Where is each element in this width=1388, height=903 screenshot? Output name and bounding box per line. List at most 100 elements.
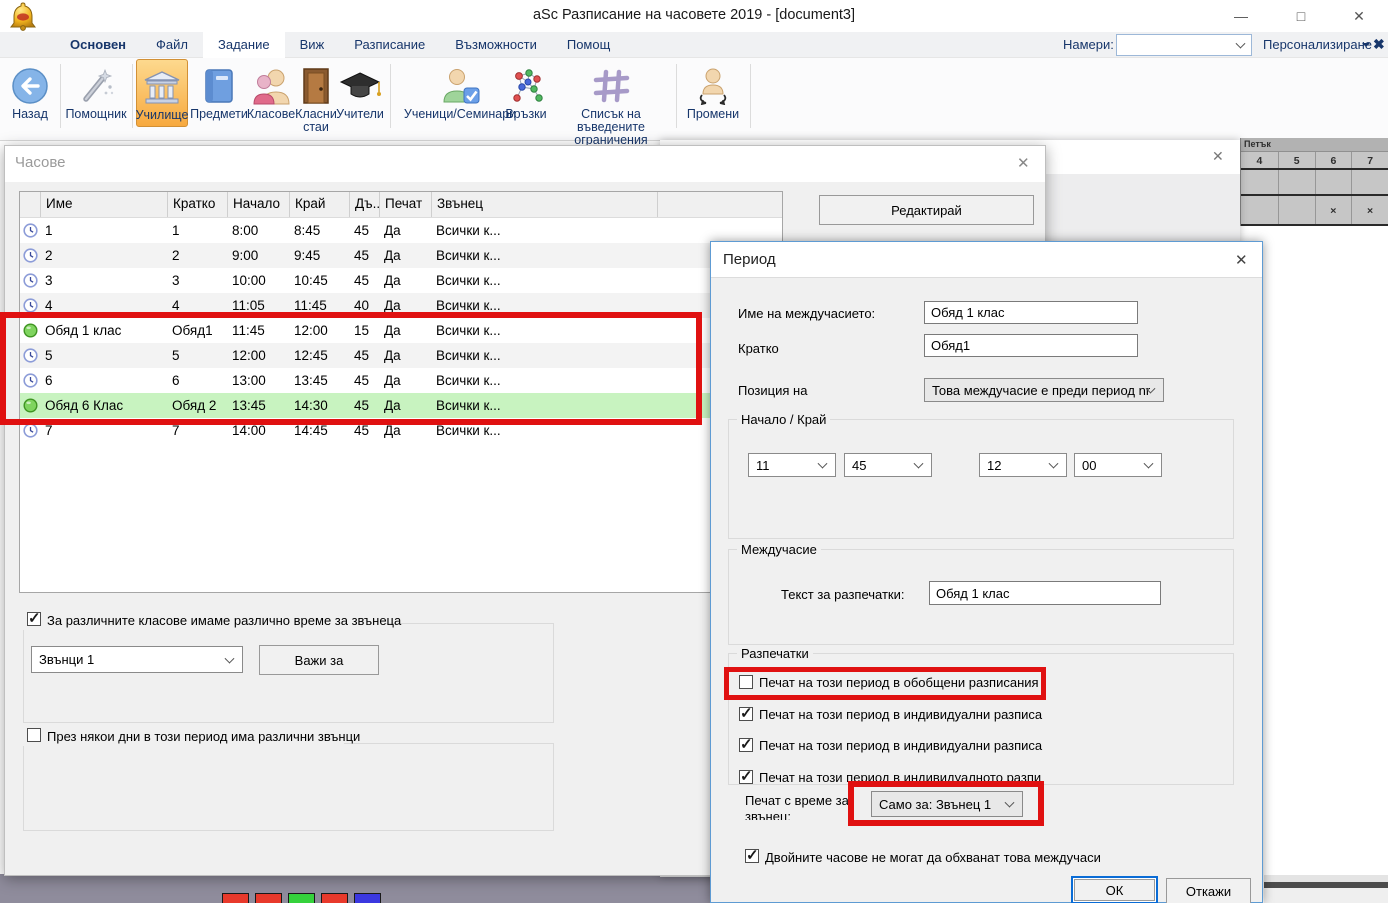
table-row[interactable]: 3310:0010:4545ДаВсички к... (20, 268, 782, 293)
grid-cell[interactable] (1351, 170, 1388, 194)
table-row[interactable]: 118:008:4545ДаВсички к... (20, 218, 782, 243)
tab-razpisanie[interactable]: Разписание (339, 32, 440, 58)
close-icon[interactable]: ✕ (1339, 4, 1379, 28)
header-name[interactable]: Име (40, 192, 167, 217)
end-minute-select[interactable]: 00 (1074, 453, 1162, 477)
back-button[interactable]: Назад (6, 61, 54, 121)
classrooms-button[interactable]: Класни стаи (294, 61, 338, 134)
close-icon[interactable] (1017, 154, 1030, 172)
cell-print: Да (379, 298, 431, 313)
header-bell[interactable]: Звънец (431, 192, 657, 217)
table-row[interactable]: 4411:0511:4540ДаВсички к... (20, 293, 782, 318)
close-icon[interactable] (1235, 251, 1248, 269)
table-row[interactable]: 229:009:4545ДаВсички к... (20, 243, 782, 268)
table-row[interactable]: Обяд 6 КласОбяд 213:4514:3045ДаВсички к.… (20, 393, 782, 418)
break-name-input[interactable] (924, 301, 1138, 324)
grid-header-cell[interactable]: 5 (1278, 152, 1315, 168)
tab-pomosht[interactable]: Помощ (552, 32, 625, 58)
minimize-icon[interactable]: — (1221, 4, 1261, 28)
tab-osnoven[interactable]: Основен (55, 32, 141, 58)
header-end[interactable]: Край (289, 192, 349, 217)
grid-cell[interactable]: × (1351, 196, 1388, 224)
grid-header-cell[interactable]: 7 (1351, 152, 1388, 168)
tab-vizh[interactable]: Виж (285, 32, 340, 58)
table-row[interactable]: Обяд 1 класОбяд111:4512:0015ДаВсички к..… (20, 318, 782, 343)
cell-short: Обяд1 (167, 323, 227, 338)
subjects-button[interactable]: Предмети (190, 61, 248, 121)
grid-cell[interactable] (1241, 196, 1278, 224)
edit-button[interactable]: Редактирай (819, 195, 1034, 225)
end-hour-select[interactable]: 12 (979, 453, 1067, 477)
header-short[interactable]: Кратко (167, 192, 227, 217)
break-icon (20, 398, 40, 413)
cell-bell: Всички к... (431, 273, 657, 288)
ok-button[interactable]: ОК (1074, 879, 1155, 901)
assistant-button[interactable]: Помощник (64, 61, 128, 121)
close-find-icon[interactable] (1373, 36, 1385, 53)
printouts-group-label: Разпечатки (737, 646, 813, 661)
changes-button[interactable]: Промени (682, 61, 744, 121)
school-button[interactable]: Училище (136, 59, 188, 127)
short-input[interactable] (924, 334, 1138, 357)
students-icon (251, 61, 291, 105)
cell-bell: Всички к... (431, 423, 657, 438)
table-row[interactable]: 6613:0013:4545ДаВсички к... (20, 368, 782, 393)
constraints-list-button[interactable]: Списък на въведените ограничения (552, 61, 670, 147)
cell-dur: 45 (349, 398, 379, 413)
printout-option-checkbox[interactable] (739, 675, 753, 689)
cell-print: Да (379, 348, 431, 363)
some-days-checkbox[interactable] (27, 728, 41, 742)
grid-header-cell[interactable]: 4 (1241, 152, 1278, 168)
chevron-down-icon (225, 653, 235, 663)
personalize-caret-icon[interactable] (1362, 43, 1370, 47)
printout-option-checkbox[interactable] (739, 707, 753, 721)
window-titlebar: aSc Разписание на часовете 2019 - [docum… (0, 0, 1388, 32)
header-duration[interactable]: Дъ... (349, 192, 379, 217)
printout-option-checkbox[interactable] (739, 770, 753, 784)
teachers-button[interactable]: Учители (336, 61, 384, 121)
grid-cell[interactable] (1241, 170, 1278, 194)
cell-print: Да (379, 248, 431, 263)
cancel-button[interactable]: Откажи (1166, 878, 1251, 903)
personalize-link[interactable]: Персонализиране (1263, 37, 1372, 52)
classes-button[interactable]: Класове (246, 61, 296, 121)
tab-zadanie[interactable]: Задание (203, 32, 285, 58)
grid-cell[interactable]: × (1315, 196, 1352, 224)
table-row[interactable]: 5512:0012:4545ДаВсички к... (20, 343, 782, 368)
cell-short: 5 (167, 348, 227, 363)
bells-select[interactable]: Звънци 1 (31, 646, 243, 673)
maximize-icon[interactable]: □ (1281, 4, 1321, 28)
grid-cell[interactable] (1278, 196, 1315, 224)
cell-end: 10:45 (289, 273, 349, 288)
diff-bells-checkbox[interactable] (27, 612, 41, 626)
applies-to-button[interactable]: Важи за (259, 645, 379, 675)
links-button[interactable]: Връзки (502, 61, 550, 121)
start-hour-select[interactable]: 11 (748, 453, 836, 477)
grid-cell[interactable] (1278, 170, 1315, 194)
position-select[interactable]: Това междучасие е преди период nr (924, 378, 1164, 402)
header-print[interactable]: Печат (379, 192, 431, 217)
ribbon-separator (60, 64, 61, 128)
grid-header-cell[interactable]: 6 (1315, 152, 1352, 168)
cell-name: 5 (40, 348, 167, 363)
table-row[interactable]: 7714:0014:4545ДаВсички к... (20, 418, 782, 443)
printout-text-input[interactable] (929, 581, 1161, 605)
cell-start: 12:00 (227, 348, 289, 363)
cell-print: Да (379, 273, 431, 288)
status-color-swatch (354, 893, 381, 903)
header-filler (657, 192, 782, 217)
header-start[interactable]: Начало (227, 192, 289, 217)
magic-wand-icon (76, 61, 116, 105)
cell-end: 9:45 (289, 248, 349, 263)
tab-fail[interactable]: Файл (141, 32, 203, 58)
printout-option-checkbox[interactable] (739, 738, 753, 752)
bell-time-select[interactable]: Само за: Звънец 1 (871, 791, 1023, 817)
close-icon[interactable] (1212, 148, 1224, 165)
tab-vazmozhnosti[interactable]: Възможности (440, 32, 552, 58)
grid-cell[interactable] (1315, 170, 1352, 194)
double-periods-checkbox[interactable] (745, 849, 759, 863)
find-input[interactable] (1116, 34, 1252, 56)
cell-end: 14:45 (289, 423, 349, 438)
chevron-down-icon[interactable] (1236, 39, 1246, 49)
start-minute-select[interactable]: 45 (844, 453, 932, 477)
